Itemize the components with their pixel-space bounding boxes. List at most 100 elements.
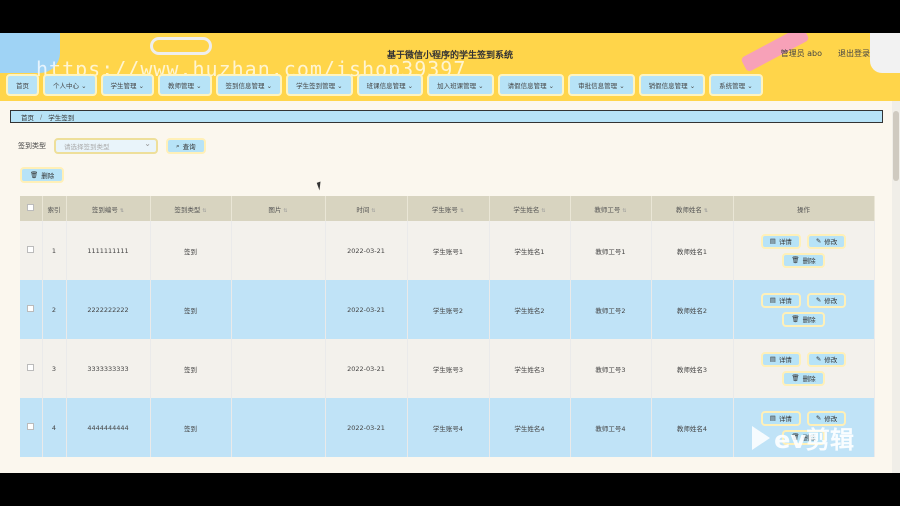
column-header[interactable]: 学生姓名 ⇅ xyxy=(489,196,571,221)
column-header[interactable]: 签到类型 ⇅ xyxy=(150,196,232,221)
sort-icon[interactable]: ⇅ xyxy=(622,208,626,214)
cell-student-name: 学生姓名1 xyxy=(489,221,571,280)
column-header[interactable]: 索引 xyxy=(42,196,67,221)
nav-item-6[interactable]: 班课信息管理 ⌄ xyxy=(356,74,424,96)
column-header-label: 图片 xyxy=(268,205,282,214)
delete-label: 删除 xyxy=(802,375,816,383)
sort-icon[interactable]: ⇅ xyxy=(283,208,287,214)
row-delete-button[interactable]: 🗑 删除 xyxy=(782,311,825,327)
trash-icon: 🗑 xyxy=(791,315,800,323)
sort-icon[interactable]: ⇅ xyxy=(541,208,545,214)
column-header[interactable]: 时间 ⇅ xyxy=(325,196,408,221)
nav-item-7[interactable]: 加入班课管理 ⌄ xyxy=(427,74,494,96)
cell-type: 签到 xyxy=(150,339,232,398)
cell-index: 1 xyxy=(42,221,67,280)
column-header-label: 操作 xyxy=(797,205,810,214)
cell-type: 签到 xyxy=(150,280,232,339)
sort-icon[interactable]: ⇅ xyxy=(371,208,375,214)
column-header-label: 索引 xyxy=(47,205,61,214)
detail-label: 详情 xyxy=(778,238,792,246)
breadcrumb-home[interactable]: 首页 xyxy=(21,112,34,122)
bulk-delete-button[interactable]: 🗑 删除 xyxy=(20,167,65,183)
nav-item-0[interactable]: 首页 xyxy=(6,74,39,96)
delete-label: 删除 xyxy=(802,316,816,324)
column-header: 操作 xyxy=(733,196,875,221)
mouse-cursor-icon xyxy=(316,181,324,191)
trash-icon: 🗑 xyxy=(791,256,800,264)
nav-item-8[interactable]: 请假信息管理 ⌄ xyxy=(497,74,565,96)
app-frame: 基于微信小程序的学生签到系统 管理员 abo 退出登录 https://www.… xyxy=(0,33,900,473)
nav-item-2[interactable]: 学生管理 ⌄ xyxy=(100,74,155,96)
row-delete-button[interactable]: 🗑 删除 xyxy=(782,252,825,268)
cell-code: 2222222222 xyxy=(66,280,151,339)
video-logo: ev剪辑 xyxy=(752,420,854,455)
row-delete-button[interactable]: 🗑 删除 xyxy=(782,370,825,386)
user-label[interactable]: 管理员 abo xyxy=(781,48,822,59)
nav-item-3[interactable]: 教师管理 ⌄ xyxy=(158,74,212,96)
table-body: 1 1111111111 签到 2022-03-21 学生账号1 学生姓名1 教师工号1 教师… xyxy=(20,221,875,457)
cell-actions: ▤ 详情 ✎ 修改 🗑 删除 xyxy=(733,221,875,280)
sign-type-select[interactable]: 请选择签到类型 xyxy=(54,138,158,154)
sort-icon[interactable]: ⇅ xyxy=(704,208,708,214)
cell-student-id: 学生账号2 xyxy=(407,280,490,339)
cell-time: 2022-03-21 xyxy=(325,221,408,280)
cell-student-name: 学生姓名2 xyxy=(489,280,571,339)
scrollbar[interactable] xyxy=(892,101,900,473)
column-header[interactable]: 图片 ⇅ xyxy=(231,196,326,221)
logout-link[interactable]: 退出登录 xyxy=(838,48,870,59)
column-header[interactable]: 学生账号 ⇅ xyxy=(407,196,490,221)
nav-item-11[interactable]: 系统管理 ⌄ xyxy=(709,74,763,96)
cell-code: 4444444444 xyxy=(66,398,151,457)
table-row: 3 3333333333 签到 2022-03-21 学生账号3 学生姓名3 教师工号3 教师… xyxy=(20,339,875,398)
table-row: 4 4444444444 签到 2022-03-21 学生账号4 学生姓名4 教师工号4 教师… xyxy=(20,398,875,457)
edit-button[interactable]: ✎ 修改 xyxy=(806,351,847,367)
sort-icon[interactable]: ⇅ xyxy=(202,208,206,214)
nav-item-10[interactable]: 销假信息管理 ⌄ xyxy=(638,74,706,96)
row-checkbox[interactable] xyxy=(20,398,43,457)
trash-icon: 🗑 xyxy=(30,171,39,179)
nav-item-1[interactable]: 个人中心 ⌄ xyxy=(43,74,97,96)
edit-button[interactable]: ✎ 修改 xyxy=(806,233,847,249)
row-checkbox[interactable] xyxy=(20,280,43,339)
cell-teacher-id: 教师工号3 xyxy=(570,339,652,398)
edit-button[interactable]: ✎ 修改 xyxy=(806,292,847,308)
nav-item-9[interactable]: 审批信息管理 ⌄ xyxy=(568,74,635,96)
query-button[interactable]: ⌕ 查询 xyxy=(166,138,206,154)
cell-teacher-name: 教师姓名2 xyxy=(651,280,734,339)
row-checkbox[interactable] xyxy=(20,221,43,280)
edit-icon: ✎ xyxy=(815,237,822,245)
breadcrumb-separator: / xyxy=(40,112,43,121)
cell-image xyxy=(231,398,326,457)
sort-icon[interactable]: ⇅ xyxy=(120,208,124,214)
cell-time: 2022-03-21 xyxy=(325,398,408,457)
query-button-label: 查询 xyxy=(182,143,196,151)
nav-item-5[interactable]: 学生签到管理 ⌄ xyxy=(286,74,353,96)
filter-label: 签到类型 xyxy=(18,142,46,150)
detail-icon: ▤ xyxy=(769,237,776,245)
detail-button[interactable]: ▤ 详情 xyxy=(760,351,801,367)
column-header[interactable]: 教师姓名 ⇅ xyxy=(651,196,734,221)
edit-icon: ✎ xyxy=(815,355,822,363)
cell-actions: ▤ 详情 ✎ 修改 🗑 删除 xyxy=(733,339,875,398)
cell-student-id: 学生账号3 xyxy=(407,339,490,398)
edit-icon: ✎ xyxy=(815,296,822,304)
scrollbar-thumb[interactable] xyxy=(893,111,899,181)
column-header[interactable]: 教师工号 ⇅ xyxy=(570,196,652,221)
sort-icon[interactable]: ⇅ xyxy=(460,208,464,214)
nav-item-4[interactable]: 签到信息管理 ⌄ xyxy=(215,74,283,96)
cell-student-name: 学生姓名3 xyxy=(489,339,571,398)
detail-label: 详情 xyxy=(778,356,792,364)
cell-type: 签到 xyxy=(150,398,232,457)
detail-button[interactable]: ▤ 详情 xyxy=(760,233,801,249)
video-logo-text: ev剪辑 xyxy=(774,426,854,454)
cell-image xyxy=(231,280,326,339)
detail-button[interactable]: ▤ 详情 xyxy=(760,292,801,308)
user-area: 管理员 abo 退出登录 xyxy=(781,48,870,59)
cell-teacher-name: 教师姓名3 xyxy=(651,339,734,398)
column-header[interactable]: 签到编号 ⇅ xyxy=(66,196,151,221)
trash-icon: 🗑 xyxy=(791,374,800,382)
cell-type: 签到 xyxy=(150,221,232,280)
cell-time: 2022-03-21 xyxy=(325,280,408,339)
select-all-checkbox[interactable] xyxy=(20,196,43,221)
row-checkbox[interactable] xyxy=(20,339,43,398)
